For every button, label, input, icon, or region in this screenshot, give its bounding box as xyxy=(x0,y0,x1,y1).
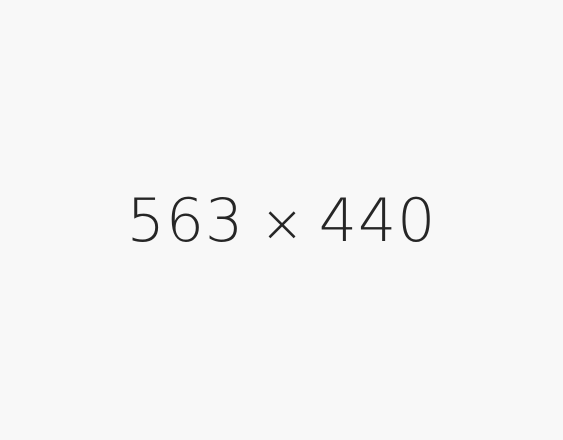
height-value: 440 xyxy=(318,186,437,256)
dimensions-label: 563 × 440 xyxy=(127,191,437,251)
times-separator: × xyxy=(260,194,305,254)
placeholder-image: 563 × 440 xyxy=(0,0,563,440)
width-value: 563 xyxy=(126,186,245,256)
